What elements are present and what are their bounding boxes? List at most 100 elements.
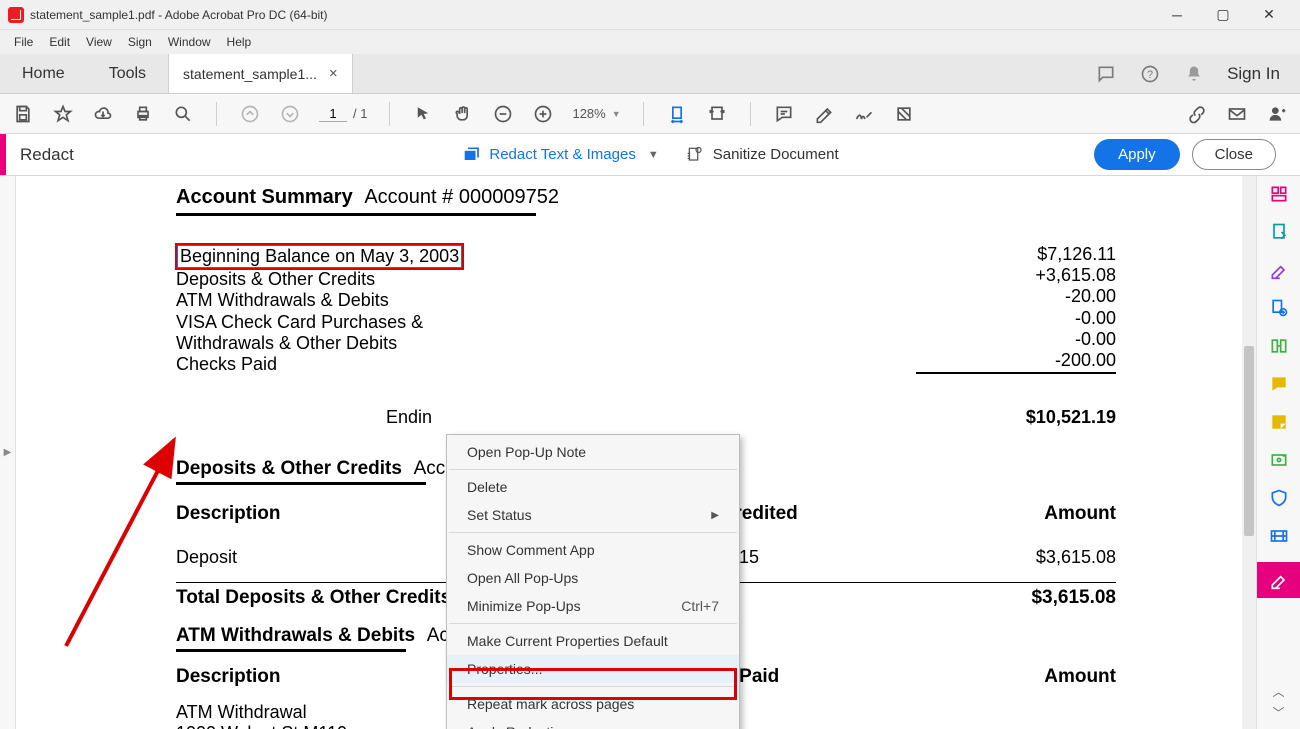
- apply-button[interactable]: Apply: [1094, 139, 1180, 170]
- line-visa: VISA Check Card Purchases &: [176, 312, 1136, 333]
- panel-create-pdf-icon[interactable]: [1267, 182, 1291, 206]
- ctx-repeat-mark[interactable]: Repeat mark across pages: [447, 690, 739, 718]
- save-icon[interactable]: [12, 103, 34, 125]
- ctx-show-comment-app[interactable]: Show Comment App: [447, 536, 739, 564]
- val-visa: -0.00: [1035, 308, 1116, 329]
- window-title: statement_sample1.pdf - Adobe Acrobat Pr…: [30, 8, 328, 22]
- email-icon[interactable]: [1226, 103, 1248, 125]
- maximize-button[interactable]: ▢: [1200, 0, 1246, 30]
- menu-bar: File Edit View Sign Window Help: [0, 30, 1300, 54]
- line-deposits: Deposits & Other Credits: [176, 269, 1136, 290]
- zoom-out-icon[interactable]: [492, 103, 514, 125]
- tab-close-icon[interactable]: ×: [329, 65, 338, 82]
- panel-edit-icon[interactable]: [1267, 258, 1291, 282]
- stamp-icon[interactable]: [893, 103, 915, 125]
- summary-title: Account Summary: [176, 186, 353, 208]
- panel-comment-icon[interactable]: [1267, 372, 1291, 396]
- val-beginning: $7,126.11: [1035, 244, 1116, 265]
- panel-video-icon[interactable]: [1267, 524, 1291, 548]
- page-up-icon[interactable]: [239, 103, 261, 125]
- main-toolbar: / 1 128% ▼: [0, 94, 1300, 134]
- search-icon[interactable]: [172, 103, 194, 125]
- section-deposits: Deposits & Other Credits: [176, 458, 402, 479]
- sticky-note-icon[interactable]: [773, 103, 795, 125]
- ctx-make-default[interactable]: Make Current Properties Default: [447, 627, 739, 655]
- menu-file[interactable]: File: [6, 35, 41, 49]
- redact-text-label: Redact Text & Images: [489, 146, 635, 163]
- th-amount-2: Amount: [866, 666, 1136, 688]
- ctx-apply-redactions[interactable]: Apply Redactions: [447, 718, 739, 729]
- add-person-icon[interactable]: [1266, 103, 1288, 125]
- document-area[interactable]: Account Summary Account # 000009752 Begi…: [16, 176, 1256, 729]
- ctx-properties[interactable]: Properties...: [447, 655, 739, 683]
- highlight-icon[interactable]: [813, 103, 835, 125]
- total-deposits-amt: $3,615.08: [866, 587, 1136, 609]
- dep-amt: $3,615.08: [866, 547, 1136, 568]
- menu-edit[interactable]: Edit: [41, 35, 78, 49]
- account-number: Account # 000009752: [364, 186, 559, 208]
- share-link-icon[interactable]: [1186, 103, 1208, 125]
- tab-home[interactable]: Home: [0, 54, 87, 93]
- th-amount: Amount: [866, 503, 1136, 525]
- sign-in-link[interactable]: Sign In: [1227, 64, 1280, 84]
- title-bar: statement_sample1.pdf - Adobe Acrobat Pr…: [0, 0, 1300, 30]
- hand-tool-icon[interactable]: [452, 103, 474, 125]
- comment-icon[interactable]: [1095, 63, 1117, 85]
- left-panel-toggle[interactable]: ▶: [0, 176, 16, 729]
- ctx-minimize-popups[interactable]: Minimize Pop-UpsCtrl+7: [447, 592, 739, 620]
- menu-help[interactable]: Help: [219, 35, 260, 49]
- svg-text:?: ?: [1147, 69, 1153, 81]
- chevron-down-icon[interactable]: ▼: [648, 149, 659, 161]
- tab-file-label: statement_sample1...: [183, 66, 317, 82]
- val-atm: -20.00: [1035, 286, 1116, 307]
- ending-label: Endin: [386, 407, 432, 427]
- panel-export-icon[interactable]: [1267, 220, 1291, 244]
- val-withdrawals: -0.00: [1035, 329, 1116, 350]
- panel-scroll-up[interactable]: ︿: [1272, 683, 1284, 700]
- tab-file[interactable]: statement_sample1... ×: [168, 54, 353, 93]
- panel-organize-icon[interactable]: [1267, 334, 1291, 358]
- cloud-icon[interactable]: [92, 103, 114, 125]
- ctx-open-popup[interactable]: Open Pop-Up Note: [447, 438, 739, 466]
- fit-page-icon[interactable]: [706, 103, 728, 125]
- panel-scan-icon[interactable]: [1267, 448, 1291, 472]
- help-icon[interactable]: ?: [1139, 63, 1161, 85]
- redact-text-images-button[interactable]: Redact Text & Images ▼: [461, 145, 658, 165]
- menu-window[interactable]: Window: [160, 35, 219, 49]
- panel-scroll-down[interactable]: ﹀: [1272, 704, 1284, 721]
- panel-combine-icon[interactable]: [1267, 296, 1291, 320]
- minimize-button[interactable]: ─: [1154, 0, 1200, 30]
- redact-toolbar: Redact Redact Text & Images ▼ Sanitize D…: [0, 134, 1300, 176]
- panel-sticky-icon[interactable]: [1267, 410, 1291, 434]
- close-button[interactable]: Close: [1192, 139, 1276, 170]
- menu-view[interactable]: View: [78, 35, 120, 49]
- ctx-open-all-popups[interactable]: Open All Pop-Ups: [447, 564, 739, 592]
- select-tool-icon[interactable]: [412, 103, 434, 125]
- ctx-delete[interactable]: Delete: [447, 473, 739, 501]
- sanitize-label: Sanitize Document: [713, 146, 839, 163]
- page-total: / 1: [353, 106, 367, 121]
- redaction-mark[interactable]: Beginning Balance on May 3, 2003: [176, 244, 463, 269]
- scrollbar-thumb[interactable]: [1244, 346, 1254, 536]
- zoom-level[interactable]: 128%: [572, 106, 605, 121]
- print-icon[interactable]: [132, 103, 154, 125]
- val-checks: -200.00: [1035, 350, 1116, 371]
- tab-tools[interactable]: Tools: [87, 54, 168, 93]
- page-number-input[interactable]: [319, 106, 347, 122]
- zoom-dropdown-icon[interactable]: ▼: [612, 109, 621, 119]
- tools-panel: ︿ ﹀: [1256, 176, 1300, 729]
- fit-width-icon[interactable]: [666, 103, 688, 125]
- menu-sign[interactable]: Sign: [120, 35, 160, 49]
- panel-protect-icon[interactable]: [1267, 486, 1291, 510]
- close-window-button[interactable]: ✕: [1246, 0, 1292, 30]
- zoom-in-icon[interactable]: [532, 103, 554, 125]
- page-down-icon[interactable]: [279, 103, 301, 125]
- star-icon[interactable]: [52, 103, 74, 125]
- bell-icon[interactable]: [1183, 63, 1205, 85]
- signature-icon[interactable]: [853, 103, 875, 125]
- ctx-set-status[interactable]: Set Status▶: [447, 501, 739, 529]
- app-icon: [8, 7, 24, 23]
- sanitize-document-button[interactable]: Sanitize Document: [685, 145, 839, 165]
- redact-label: Redact: [6, 145, 74, 165]
- panel-redact-icon[interactable]: [1257, 562, 1300, 598]
